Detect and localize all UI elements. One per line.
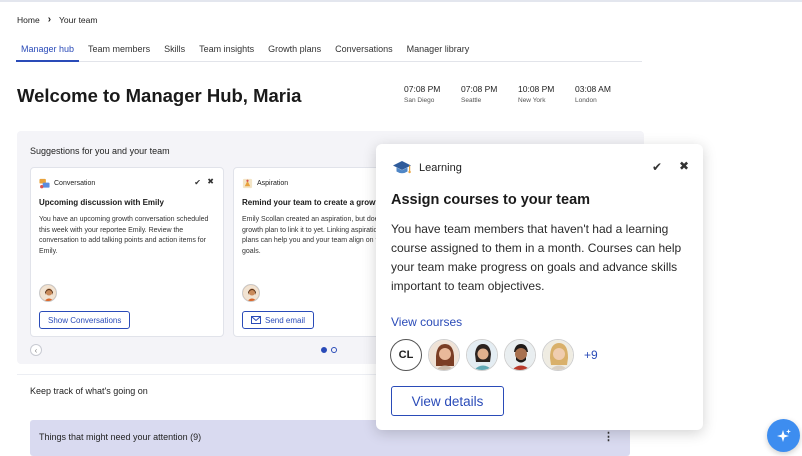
breadcrumb-current: Your team <box>59 14 98 25</box>
more-options-icon[interactable]: ⋮ <box>603 430 614 443</box>
avatar-group: CL +9 <box>390 339 598 371</box>
card-title: Remind your team to create a growth plan <box>242 198 383 207</box>
clock-new-york: 10:08 PM New York <box>518 84 575 104</box>
clock-city: San Diego <box>404 97 435 104</box>
card-category-label: Aspiration <box>257 180 289 187</box>
tab-manager-library[interactable]: Manager library <box>402 38 475 62</box>
more-members-count[interactable]: +9 <box>584 348 598 362</box>
clock-city: London <box>575 97 597 104</box>
tab-team-insights[interactable]: Team insights <box>194 38 259 62</box>
card-category-label: Conversation <box>54 180 96 187</box>
pager-dot[interactable] <box>331 347 337 353</box>
sparkle-icon <box>776 428 791 442</box>
track-title: Keep track of what's going on <box>30 386 148 396</box>
clock-city: Seattle <box>461 97 482 104</box>
top-divider <box>0 0 802 2</box>
attention-label: Things that might need your attention (9… <box>39 432 202 442</box>
view-details-button[interactable]: View details <box>391 386 504 416</box>
clock-city: New York <box>518 97 546 104</box>
avatar <box>242 284 260 302</box>
mail-icon <box>251 316 261 324</box>
clock-time: 03:08 AM <box>575 84 611 94</box>
world-clocks: 07:08 PM San Diego 07:08 PM Seattle 10:0… <box>404 84 632 104</box>
button-label: Send email <box>265 315 306 325</box>
breadcrumb: Home › Your team <box>17 14 97 25</box>
avatar <box>39 284 57 302</box>
suggestions-title: Suggestions for you and your team <box>30 146 170 156</box>
avatar[interactable] <box>504 339 536 371</box>
close-icon[interactable]: ✖ <box>207 177 214 186</box>
chevron-right-icon: › <box>47 14 52 25</box>
clock-time: 07:08 PM <box>404 84 441 94</box>
suggestion-card-conversation: Conversation ✔ ✖ Upcoming discussion wit… <box>30 167 224 337</box>
copilot-sparkle-button[interactable] <box>767 419 800 452</box>
button-label: View details <box>411 393 484 409</box>
breadcrumb-home[interactable]: Home <box>17 15 40 25</box>
popover-category-label: Learning <box>419 162 462 174</box>
popover-body: You have team members that haven't had a… <box>391 222 682 293</box>
clock-london: 03:08 AM London <box>575 84 632 104</box>
avatar[interactable] <box>428 339 460 371</box>
tab-skills[interactable]: Skills <box>159 38 190 62</box>
page-title: Welcome to Manager Hub, Maria <box>17 85 302 106</box>
previous-arrow-icon[interactable]: ‹ <box>30 344 42 356</box>
check-icon[interactable]: ✔ <box>194 178 201 187</box>
tab-manager-hub[interactable]: Manager hub <box>16 38 80 62</box>
card-body: You have an upcoming growth conversation… <box>39 216 209 255</box>
avatar[interactable] <box>466 339 498 371</box>
pager-dots <box>321 347 337 353</box>
learning-popover: Learning ✔ ✖ Assign courses to your team… <box>376 144 703 430</box>
clock-seattle: 07:08 PM Seattle <box>461 84 518 104</box>
card-body: Emily Scollan created an aspiration, but… <box>242 216 383 255</box>
popover-category: Learning <box>392 160 462 176</box>
conversation-icon <box>39 178 50 189</box>
pager-dot-active[interactable] <box>321 347 327 353</box>
tab-bar: Manager hub Team members Skills Team ins… <box>16 38 642 62</box>
view-courses-link[interactable]: View courses <box>391 315 462 329</box>
avatar[interactable] <box>542 339 574 371</box>
close-icon[interactable]: ✖ <box>679 159 689 173</box>
card-category: Conversation <box>39 178 95 189</box>
check-icon[interactable]: ✔ <box>652 160 662 174</box>
avatar-initials[interactable]: CL <box>390 339 422 371</box>
card-title: Upcoming discussion with Emily <box>39 198 164 207</box>
graduation-cap-icon <box>393 161 411 174</box>
tab-growth-plans[interactable]: Growth plans <box>263 38 326 62</box>
clock-san-diego: 07:08 PM San Diego <box>404 84 461 104</box>
card-category: Aspiration <box>242 178 288 189</box>
tab-conversations[interactable]: Conversations <box>330 38 398 62</box>
aspiration-icon <box>242 178 253 189</box>
send-email-button[interactable]: Send email <box>242 311 315 329</box>
show-conversations-button[interactable]: Show Conversations <box>39 311 131 329</box>
clock-time: 10:08 PM <box>518 84 555 94</box>
clock-time: 07:08 PM <box>461 84 498 94</box>
tab-team-members[interactable]: Team members <box>83 38 155 62</box>
popover-title: Assign courses to your team <box>391 192 591 208</box>
button-label: Show Conversations <box>48 315 122 325</box>
suggestion-card-aspiration: Aspiration Remind your team to create a … <box>233 167 383 337</box>
